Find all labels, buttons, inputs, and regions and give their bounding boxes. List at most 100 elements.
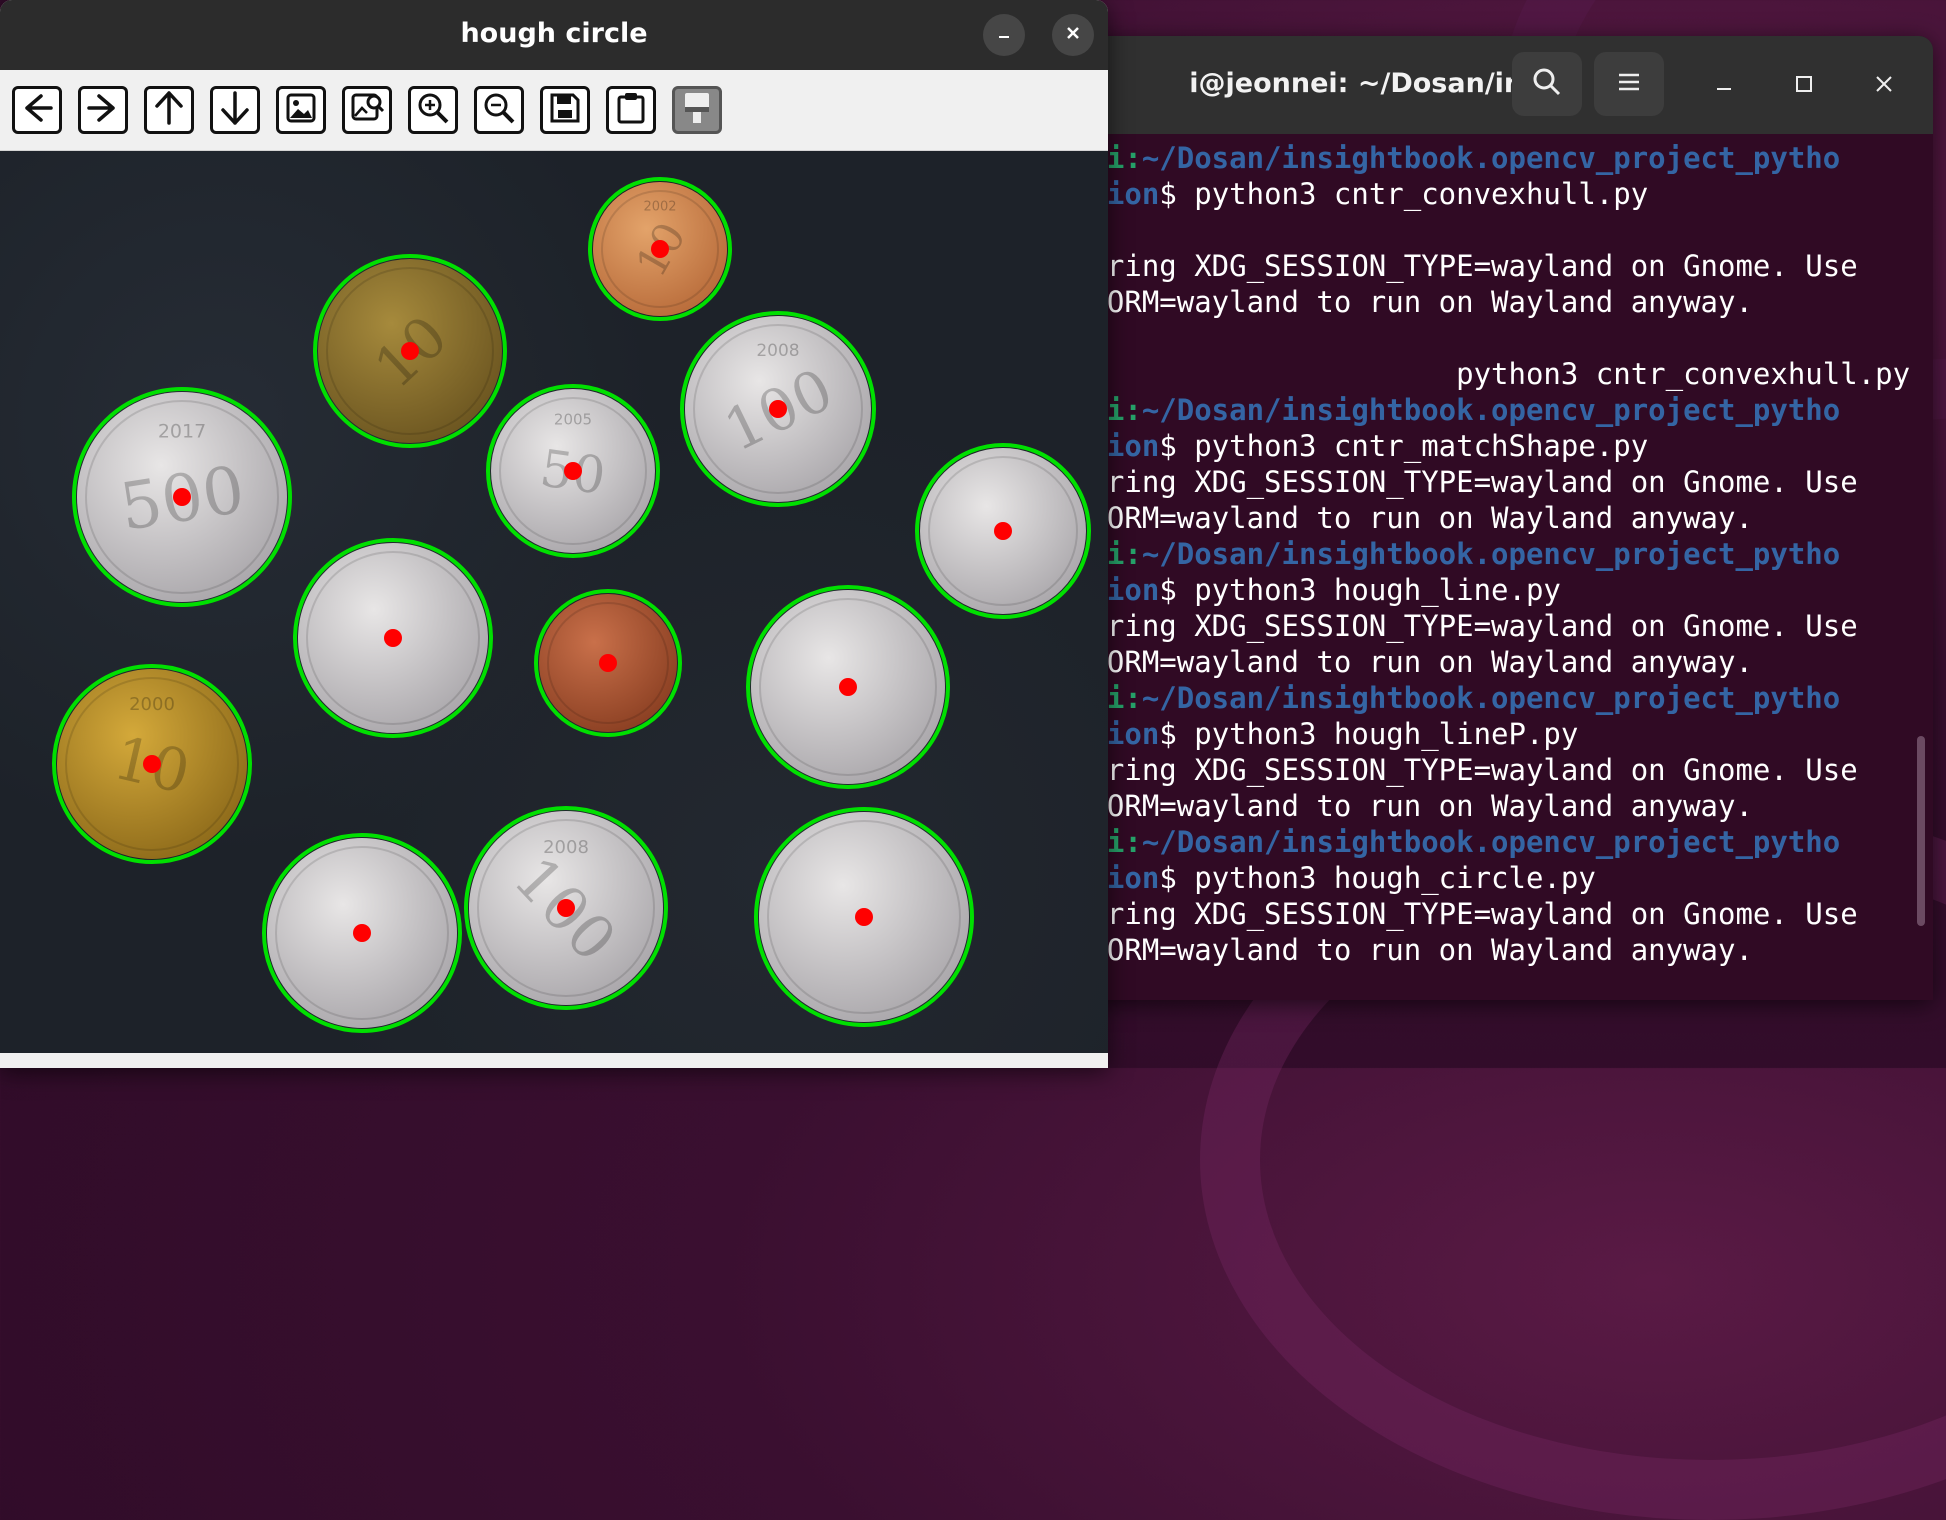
circle-center-dot bbox=[839, 678, 857, 696]
terminal-output[interactable]: nei:~/Dosan/insightbook.opencv_project_p… bbox=[1090, 134, 1933, 1000]
circle-center-dot bbox=[143, 755, 161, 773]
minimize-icon bbox=[994, 23, 1014, 47]
terminal-minimize-button[interactable] bbox=[1704, 66, 1744, 106]
prompt-command: $ python3 hough_lineP.py bbox=[1159, 717, 1579, 751]
paint-brush-icon bbox=[677, 88, 717, 132]
detected-coin: 102002 bbox=[588, 177, 732, 321]
save-button[interactable] bbox=[540, 86, 590, 134]
terminal-line: ation$ python3 hough_line.py bbox=[1090, 572, 1561, 608]
pan-up-button[interactable] bbox=[144, 86, 194, 134]
coin-year: 2008 bbox=[543, 837, 589, 858]
image-canvas[interactable]: 102002 10 1002008 5002017 502005 102000 100200… bbox=[0, 151, 1108, 1053]
terminal-line: noring XDG_SESSION_TYPE=wayland on Gnome… bbox=[1090, 249, 1858, 283]
terminal-maximize-button[interactable] bbox=[1784, 66, 1824, 106]
hough-result-image: 102002 10 1002008 5002017 502005 102000 100200… bbox=[52, 177, 1091, 1033]
terminal-line: ation$ python3 cntr_convexhull.py bbox=[1090, 176, 1648, 212]
terminal-line: noring XDG_SESSION_TYPE=wayland on Gnome… bbox=[1090, 753, 1858, 787]
coin-year: 2008 bbox=[756, 341, 799, 361]
terminal-line: nei:~/Dosan/insightbook.opencv_project_p… bbox=[1090, 680, 1840, 716]
arrow-up-icon bbox=[149, 88, 189, 132]
maximize-icon bbox=[1792, 72, 1816, 100]
properties-button[interactable] bbox=[672, 86, 722, 134]
terminal-headerbar: i@jeonnei: ~/Dosan/ins... bbox=[1090, 36, 1933, 134]
terminal-line: ation$ python3 hough_circle.py bbox=[1090, 860, 1596, 896]
prompt-command: $ python3 cntr_matchShape.py bbox=[1159, 429, 1649, 463]
arrow-down-icon bbox=[215, 88, 255, 132]
terminal-close-button[interactable] bbox=[1864, 66, 1904, 106]
window-title: hough circle bbox=[460, 18, 648, 49]
prompt-path: ~/Dosan/insightbook.opencv_project_pytho bbox=[1141, 537, 1841, 571]
prompt-path: ~/Dosan/insightbook.opencv_project_pytho bbox=[1141, 825, 1841, 859]
coin-year: 2000 bbox=[129, 694, 175, 715]
detected-coin: 5002017 bbox=[72, 387, 292, 607]
terminal-line: TFORM=wayland to run on Wayland anyway. bbox=[1090, 789, 1753, 823]
prompt-command: $ python3 cntr_convexhull.py bbox=[1159, 177, 1649, 211]
circle-center-dot bbox=[599, 654, 617, 672]
zoom-out-icon bbox=[479, 88, 519, 132]
circle-center-dot bbox=[651, 240, 669, 258]
clipboard-icon bbox=[611, 88, 651, 132]
minimize-icon bbox=[1712, 72, 1736, 100]
detected-coin bbox=[746, 585, 950, 789]
terminal-line: TFORM=wayland to run on Wayland anyway. bbox=[1090, 501, 1753, 535]
coin-year: 2017 bbox=[158, 421, 206, 443]
circle-center-dot bbox=[353, 924, 371, 942]
pan-down-button[interactable] bbox=[210, 86, 260, 134]
coin-year: 2002 bbox=[643, 200, 676, 215]
prompt-path: ~/Dosan/insightbook.opencv_project_pytho bbox=[1141, 393, 1841, 427]
zoom-in-icon bbox=[413, 88, 453, 132]
detected-coin: 102000 bbox=[52, 664, 252, 864]
pan-left-button[interactable] bbox=[12, 86, 62, 134]
pan-right-button[interactable] bbox=[78, 86, 128, 134]
circle-center-dot bbox=[994, 522, 1012, 540]
hough-titlebar[interactable]: hough circle bbox=[0, 0, 1108, 70]
circle-center-dot bbox=[769, 400, 787, 418]
terminal-line: ed python3 cntr_convexhull.py bbox=[1090, 357, 1911, 391]
image-icon bbox=[281, 88, 321, 132]
detected-coin: 502005 bbox=[486, 384, 660, 558]
terminal-menu-button[interactable] bbox=[1594, 52, 1664, 116]
zoom-fit-button[interactable] bbox=[342, 86, 392, 134]
zoom-out-button[interactable] bbox=[474, 86, 524, 134]
hough-circle-window[interactable]: hough circle 102002 10 1002008 5002017 50200… bbox=[0, 0, 1108, 1068]
terminal-window[interactable]: i@jeonnei: ~/Dosan/ins... nei: bbox=[1090, 36, 1933, 1000]
terminal-scrollbar[interactable] bbox=[1917, 736, 1925, 926]
arrow-right-icon bbox=[83, 88, 123, 132]
circle-center-dot bbox=[557, 899, 575, 917]
detected-coin bbox=[915, 443, 1091, 619]
image-search-icon bbox=[347, 88, 387, 132]
zoom-original-button[interactable] bbox=[276, 86, 326, 134]
close-icon bbox=[1872, 72, 1896, 100]
close-button[interactable] bbox=[1052, 14, 1094, 56]
detected-coin: 10 bbox=[313, 254, 507, 448]
terminal-line: TFORM=wayland to run on Wayland anyway. bbox=[1090, 933, 1753, 967]
zoom-in-button[interactable] bbox=[408, 86, 458, 134]
image-toolbar bbox=[0, 70, 1108, 151]
terminal-line: noring XDG_SESSION_TYPE=wayland on Gnome… bbox=[1090, 609, 1858, 643]
coin-year: 2005 bbox=[554, 410, 592, 428]
detected-coin bbox=[262, 833, 462, 1033]
prompt-path: ~/Dosan/insightbook.opencv_project_pytho bbox=[1141, 141, 1841, 175]
terminal-line: ation$ python3 hough_lineP.py bbox=[1090, 716, 1578, 752]
detected-coin bbox=[754, 807, 974, 1027]
circle-center-dot bbox=[564, 462, 582, 480]
prompt-path: ~/Dosan/insightbook.opencv_project_pytho bbox=[1141, 681, 1841, 715]
terminal-search-button[interactable] bbox=[1512, 52, 1582, 116]
hamburger-menu-icon bbox=[1615, 70, 1643, 98]
search-icon bbox=[1531, 66, 1563, 102]
circle-center-dot bbox=[384, 629, 402, 647]
detected-coin bbox=[534, 589, 682, 737]
terminal-line: nei:~/Dosan/insightbook.opencv_project_p… bbox=[1090, 536, 1840, 572]
terminal-line: ation$ python3 cntr_matchShape.py bbox=[1090, 428, 1648, 464]
terminal-line: noring XDG_SESSION_TYPE=wayland on Gnome… bbox=[1090, 465, 1858, 499]
circle-center-dot bbox=[173, 488, 191, 506]
detected-coin bbox=[293, 538, 493, 738]
arrow-left-icon bbox=[17, 88, 57, 132]
terminal-line: noring XDG_SESSION_TYPE=wayland on Gnome… bbox=[1090, 897, 1858, 931]
detected-coin: 1002008 bbox=[464, 806, 668, 1010]
floppy-disk-icon bbox=[545, 88, 585, 132]
terminal-line: nei:~/Dosan/insightbook.opencv_project_p… bbox=[1090, 140, 1840, 176]
copy-clipboard-button[interactable] bbox=[606, 86, 656, 134]
status-bar bbox=[0, 1053, 1108, 1068]
minimize-button[interactable] bbox=[983, 14, 1025, 56]
